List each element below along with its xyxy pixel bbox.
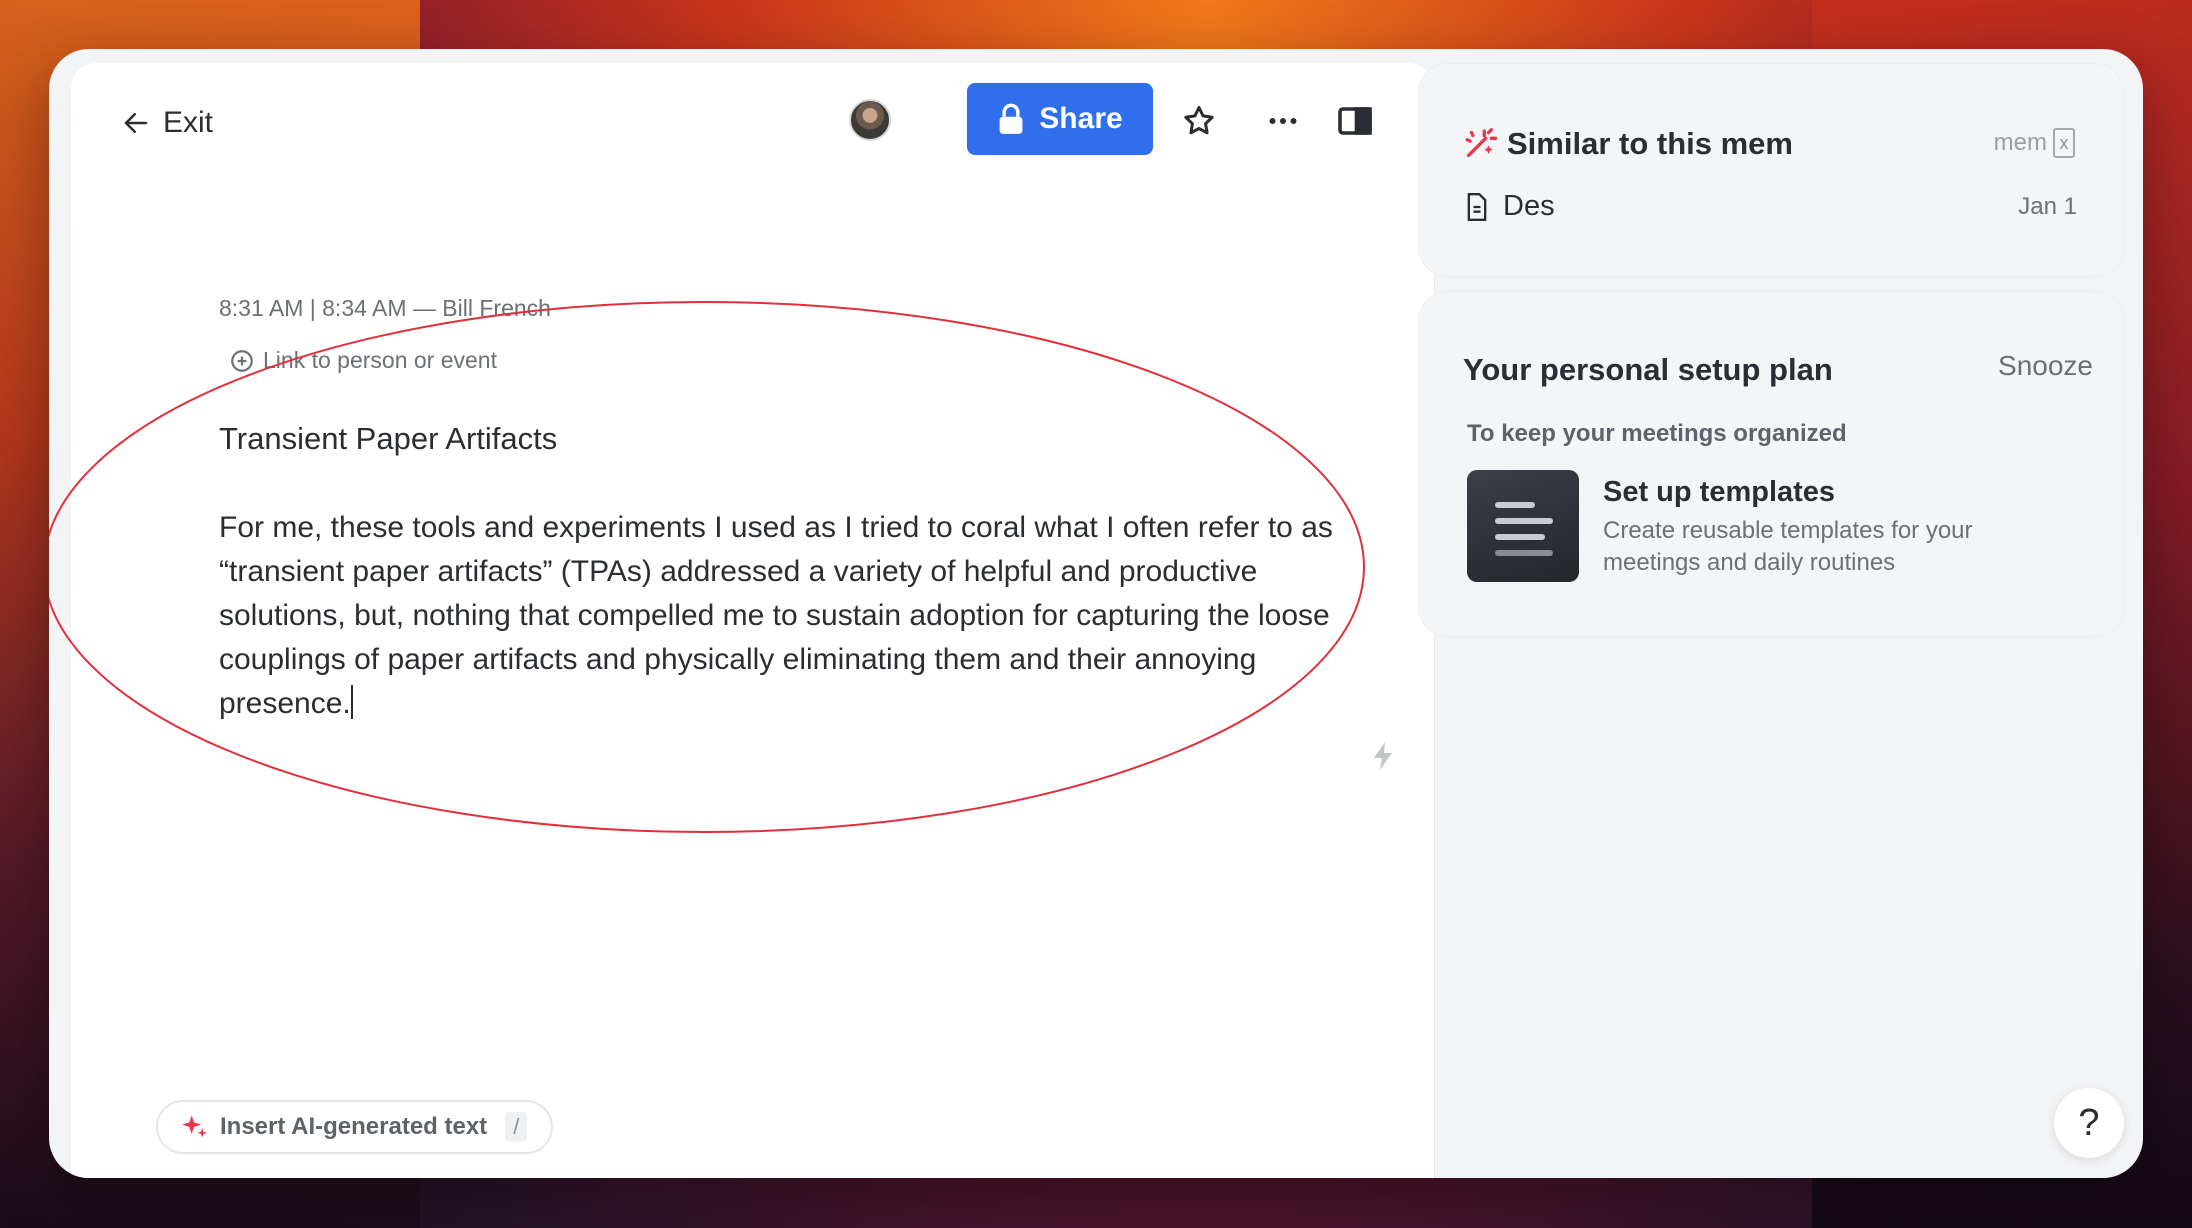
editor-panel: Exit Share 8:31 AM | 8:34 AM — Bill Fren…: [49, 63, 1435, 1178]
plus-circle-icon: [231, 349, 253, 372]
setup-plan-card: Your personal setup plan Snooze To keep …: [1418, 291, 2124, 637]
mem-logo: mem x: [1994, 128, 2075, 158]
star-icon[interactable]: [1181, 103, 1217, 139]
exit-button[interactable]: Exit: [121, 101, 213, 145]
share-label: Share: [1039, 102, 1123, 135]
mem-brand-text: mem: [1993, 129, 2047, 156]
insert-ai-text-label: Insert AI-generated text: [220, 1113, 488, 1140]
avatar[interactable]: [849, 99, 891, 141]
panel-icon[interactable]: [1337, 103, 1373, 139]
note-body[interactable]: For me, these tools and experiments I us…: [219, 506, 1359, 726]
document-icon: [1467, 192, 1487, 221]
shortcut-key: /: [505, 1112, 528, 1142]
note-title[interactable]: Transient Paper Artifacts: [219, 421, 557, 457]
similar-mems-card: Similar to this mem mem x Des Jan 1: [1418, 63, 2124, 277]
similar-item[interactable]: Des Jan 1: [1465, 190, 2077, 223]
note-meta: 8:31 AM | 8:34 AM — Bill French: [219, 295, 551, 321]
task-description: Create reusable templates for your meeti…: [1603, 517, 1973, 576]
mem-x-key: x: [2053, 128, 2075, 158]
task-text: Set up templates Create reusable templat…: [1603, 470, 2043, 582]
similar-item-title: Des: [1503, 190, 1555, 222]
text-cursor: [350, 685, 353, 719]
similar-item-date: Jan 1: [2018, 192, 2077, 220]
app-window: Exit Share 8:31 AM | 8:34 AM — Bill Fren…: [49, 49, 2143, 1178]
magic-wand-icon: [1465, 128, 1497, 158]
bolt-icon[interactable]: [1371, 741, 1395, 771]
task-title: Set up templates: [1603, 476, 1836, 508]
help-button[interactable]: ?: [2054, 1088, 2124, 1158]
more-icon[interactable]: [1265, 103, 1301, 139]
arrow-left-icon: [124, 113, 148, 133]
link-person-label: Link to person or event: [263, 347, 497, 373]
template-icon: [1467, 470, 1579, 582]
setup-plan-subtitle: To keep your meetings organized: [1467, 420, 1847, 447]
share-button[interactable]: Share: [967, 83, 1153, 155]
setup-templates-task[interactable]: Set up templates Create reusable templat…: [1467, 470, 2043, 582]
insert-ai-text-button[interactable]: Insert AI-generated text /: [156, 1100, 554, 1154]
lock-icon: [999, 103, 1023, 134]
sparkle-icon: [182, 1115, 207, 1138]
link-person-button[interactable]: Link to person or event: [229, 347, 497, 374]
similar-header: Similar to this mem: [1463, 126, 1793, 162]
note-body-text: For me, these tools and experiments I us…: [219, 511, 1333, 720]
exit-label: Exit: [163, 106, 214, 139]
editor-toolbar: Exit Share: [71, 63, 1434, 173]
snooze-button[interactable]: Snooze: [1998, 350, 2093, 382]
similar-title: Similar to this mem: [1507, 126, 1793, 161]
setup-plan-title: Your personal setup plan: [1463, 352, 1833, 387]
